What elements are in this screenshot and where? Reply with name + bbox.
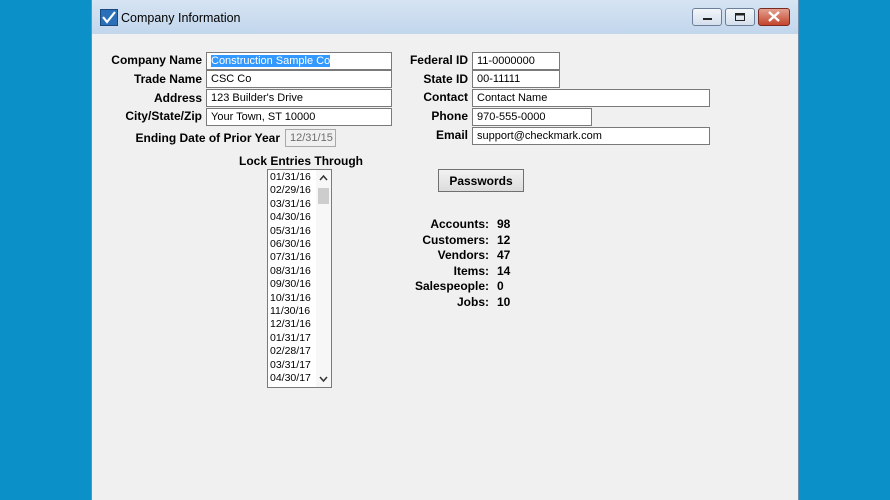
federal-id-field[interactable]: 11-0000000 xyxy=(472,52,560,70)
lock-date-item[interactable]: 01/31/17 xyxy=(270,332,311,345)
lock-date-item[interactable]: 04/30/17 xyxy=(270,372,311,385)
stat-value: 14 xyxy=(497,263,511,278)
state-id-label: State ID xyxy=(423,72,468,86)
phone-field[interactable]: 970-555-0000 xyxy=(472,108,592,126)
ending-date-prior-year-field: 12/31/15 xyxy=(285,129,336,147)
lock-date-item[interactable]: 03/31/17 xyxy=(270,359,311,372)
stat-value: 0 xyxy=(497,279,504,294)
trade-name-field[interactable]: CSC Co xyxy=(206,70,392,88)
title-bar[interactable]: Company Information xyxy=(92,0,798,34)
lock-date-item[interactable]: 11/30/16 xyxy=(270,305,310,318)
lock-entries-listbox[interactable]: 01/31/16 02/29/16 03/31/16 04/30/16 05/31/16… xyxy=(267,169,332,388)
company-name-field[interactable]: Construction Sample Co xyxy=(206,52,392,70)
stat-value: 47 xyxy=(497,248,511,263)
company-name-label: Company Name xyxy=(111,53,202,67)
contact-field[interactable]: Contact Name xyxy=(472,89,710,107)
lock-date-item[interactable]: 07/31/16 xyxy=(270,251,311,264)
trade-name-label: Trade Name xyxy=(133,72,202,86)
contact-label: Contact xyxy=(423,90,468,104)
phone-label: Phone xyxy=(431,109,468,123)
address-field[interactable]: 123 Builder's Drive xyxy=(206,89,392,107)
chevron-up-icon[interactable] xyxy=(316,171,331,185)
stat-label: Customers: xyxy=(422,232,489,247)
lock-date-item[interactable]: 01/31/16 xyxy=(270,171,311,184)
lock-date-item[interactable]: 04/30/16 xyxy=(270,211,311,224)
close-icon xyxy=(768,11,780,22)
lock-date-item[interactable]: 05/31/16 xyxy=(270,225,311,238)
passwords-button[interactable]: Passwords xyxy=(438,169,524,192)
maximize-button[interactable] xyxy=(725,8,755,26)
lock-date-item[interactable]: 02/28/17 xyxy=(270,345,311,358)
stat-value: 10 xyxy=(497,295,511,309)
stat-value: 98 xyxy=(497,217,511,231)
federal-id-label: Federal ID xyxy=(409,53,468,67)
lock-entries-through-label: Lock Entries Through xyxy=(239,154,364,168)
lock-date-item[interactable]: 02/29/16 xyxy=(270,184,311,197)
stat-value: 12 xyxy=(497,232,511,247)
stat-label: Accounts: xyxy=(430,217,489,231)
stat-label: Vendors: xyxy=(437,248,489,263)
company-information-window: Company Information Company Name Trade N… xyxy=(91,0,799,500)
stat-label: Jobs: xyxy=(456,295,489,309)
city-state-zip-field[interactable]: Your Town, ST 10000 xyxy=(206,108,392,126)
lock-date-item[interactable]: 10/31/16 xyxy=(270,292,311,305)
ending-date-prior-year-label: Ending Date of Prior Year xyxy=(135,131,280,145)
lock-date-item[interactable]: 06/30/16 xyxy=(270,238,311,251)
email-label: Email xyxy=(435,128,468,142)
checkmark-app-icon xyxy=(100,9,118,26)
lock-date-item[interactable]: 12/31/16 xyxy=(270,318,311,331)
scrollbar-thumb[interactable] xyxy=(318,188,329,204)
client-area: Company Name Trade Name Address City/Sta… xyxy=(92,34,798,500)
minimize-icon xyxy=(703,18,712,20)
minimize-button[interactable] xyxy=(692,8,722,26)
state-id-field[interactable]: 00-11111 xyxy=(472,70,560,88)
listbox-scrollbar[interactable] xyxy=(316,170,331,387)
stat-label: Salespeople: xyxy=(414,279,489,294)
lock-date-item[interactable]: 09/30/16 xyxy=(270,278,311,291)
lock-date-item[interactable]: 08/31/16 xyxy=(270,265,311,278)
chevron-down-icon[interactable] xyxy=(316,372,331,386)
lock-date-item[interactable]: 03/31/16 xyxy=(270,198,311,211)
window-title: Company Information xyxy=(121,11,241,25)
email-field[interactable]: support@checkmark.com xyxy=(472,127,710,145)
city-state-zip-label: City/State/Zip xyxy=(125,109,202,123)
maximize-icon xyxy=(735,13,745,21)
close-button[interactable] xyxy=(758,8,790,26)
address-label: Address xyxy=(153,91,202,105)
company-name-value: Construction Sample Co xyxy=(211,55,331,67)
stat-label: Items: xyxy=(453,263,489,278)
